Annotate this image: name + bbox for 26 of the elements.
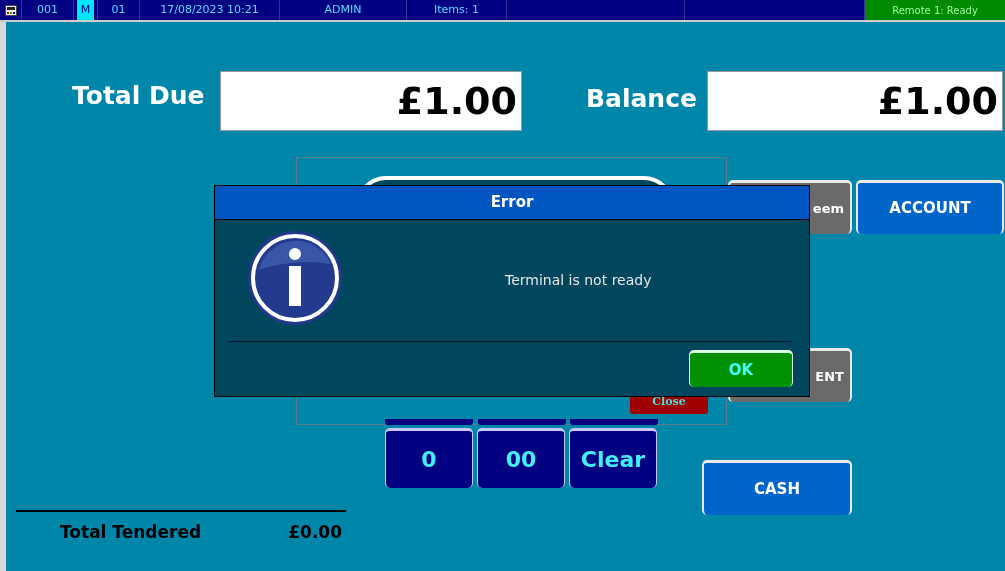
register-icon[interactable]: [4, 4, 17, 16]
balance-label: Balance: [586, 83, 697, 115]
ok-button[interactable]: OK: [689, 350, 793, 387]
keypad-button[interactable]: [570, 419, 658, 425]
status-cell-text: 01: [111, 1, 126, 18]
remote-status: Remote 1: Ready: [865, 0, 1005, 20]
keypad-button[interactable]: Clear: [569, 428, 657, 488]
info-icon: [247, 230, 343, 326]
dialog-title: Error: [215, 186, 809, 220]
keypad-button[interactable]: [385, 419, 473, 425]
total-due-field: £1.00: [220, 71, 522, 131]
tender-button[interactable]: ACCOUNT: [856, 180, 1004, 234]
total-tendered-label: Total Tendered: [60, 521, 202, 544]
keypad-button[interactable]: 0: [385, 428, 473, 488]
total-due-label: Total Due: [72, 80, 205, 112]
status-cell: M: [76, 0, 95, 20]
tender-button[interactable]: CASH: [702, 460, 852, 515]
dialog-message: Terminal is not ready: [505, 271, 652, 290]
status-cell-text: 001: [37, 1, 58, 18]
balance-field: £1.00: [707, 71, 1003, 131]
keypad-button[interactable]: [478, 419, 566, 425]
status-cell-text: 17/08/2023 10:21: [160, 1, 259, 18]
status-cell-text: ADMIN: [324, 1, 362, 18]
status-cell-text: Items: 1: [434, 1, 479, 18]
keypad-button[interactable]: 00: [477, 428, 565, 488]
total-tendered-value: £0.00: [287, 521, 342, 544]
